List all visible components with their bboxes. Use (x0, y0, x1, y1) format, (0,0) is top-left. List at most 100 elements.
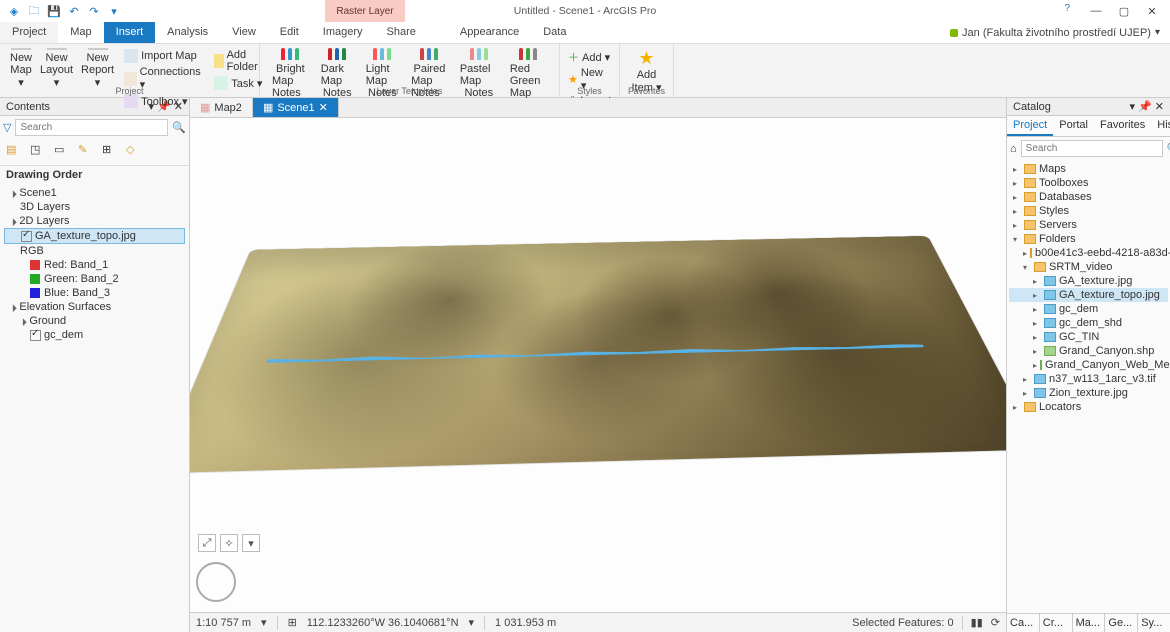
catalog-item[interactable]: ▸Databases (1009, 190, 1168, 204)
tree-item[interactable]: 3D Layers (4, 200, 185, 214)
tab-appearance[interactable]: Appearance (448, 22, 531, 43)
list-by-source-icon[interactable]: ◳ (30, 143, 48, 161)
filter-icon[interactable]: ▽ (3, 121, 11, 134)
scale-value[interactable]: 1:10 757 m (196, 617, 251, 629)
catalog-tab-history[interactable]: History (1151, 116, 1170, 136)
catalog-item[interactable]: ▸Styles (1009, 204, 1168, 218)
tree-item[interactable]: 2D Layers (4, 214, 185, 228)
tree-item[interactable]: gc_dem (4, 328, 185, 342)
catalog-item[interactable]: ▾SRTM_video (1009, 260, 1168, 274)
qat-dropdown-icon[interactable]: ▾ (106, 3, 122, 19)
user-signin[interactable]: Jan (Fakulta životního prostředí UJEP) ▾ (940, 22, 1170, 43)
new-layout-button[interactable]: NewLayout ▾ (36, 46, 77, 88)
compass-icon[interactable] (196, 562, 236, 602)
catalog-footer-tab[interactable]: Ge... (1105, 614, 1138, 632)
catalog-footer-tab[interactable]: Cr... (1040, 614, 1073, 632)
catalog-item[interactable]: ▸Locators (1009, 400, 1168, 414)
map-tab-map2[interactable]: ▦Map2 (190, 98, 253, 117)
nav-dropdown-icon[interactable]: ▾ (242, 534, 260, 552)
contents-section-label: Drawing Order (0, 166, 189, 184)
tab-view[interactable]: View (220, 22, 268, 43)
catalog-tree[interactable]: ▸Maps▸Toolboxes▸Databases▸Styles▸Servers… (1007, 160, 1170, 613)
tab-analysis[interactable]: Analysis (155, 22, 220, 43)
catalog-item[interactable]: ▸Toolboxes (1009, 176, 1168, 190)
maximize-button[interactable]: ▢ (1110, 0, 1138, 22)
tree-item[interactable]: Red: Band_1 (4, 258, 185, 272)
catalog-item[interactable]: ▸b00e41c3-eebd-4218-a83d-11daac45 (1009, 246, 1168, 260)
home-icon[interactable]: ⌂ (1010, 143, 1017, 155)
title-bar: ◈ 🗀 💾 ↶ ↷ ▾ Raster Layer Untitled - Scen… (0, 0, 1170, 22)
catalog-tab-portal[interactable]: Portal (1053, 116, 1094, 136)
tree-item[interactable]: RGB (4, 244, 185, 258)
open-icon[interactable]: 🗀 (26, 3, 42, 19)
styles-add-button[interactable]: ＋Add ▾ (566, 48, 613, 66)
add-folder-button[interactable]: Add Folder (212, 48, 264, 74)
catalog-footer-tab[interactable]: Ca... (1007, 614, 1040, 632)
tab-project[interactable]: Project (0, 22, 58, 43)
help-icon[interactable]: ? (1064, 3, 1070, 14)
tab-imagery[interactable]: Imagery (311, 22, 375, 43)
contents-panel: Contents ▾ 📌 ✕ ▽ 🔍 ▤ ◳ ▭ ✎ ⊞ ◇ Drawing O… (0, 98, 190, 632)
coordinates-value: 112.1233260°W 36.1040681°N (307, 617, 459, 629)
catalog-footer-tab[interactable]: Sy... (1138, 614, 1170, 632)
undo-icon[interactable]: ↶ (66, 3, 82, 19)
save-icon[interactable]: 💾 (46, 3, 62, 19)
new-map-button[interactable]: NewMap ▾ (6, 46, 36, 88)
tab-share[interactable]: Share (375, 22, 428, 43)
tree-item[interactable]: Scene1 (4, 186, 185, 200)
list-by-editing-icon[interactable]: ✎ (78, 143, 96, 161)
list-by-snapping-icon[interactable]: ⊞ (102, 143, 120, 161)
map-canvas[interactable]: ⤢ ✧ ▾ (190, 118, 1006, 612)
catalog-item[interactable]: ▸GC_TIN (1009, 330, 1168, 344)
close-button[interactable]: ✕ (1138, 0, 1166, 22)
catalog-footer-tab[interactable]: Ma... (1073, 614, 1106, 632)
tab-data[interactable]: Data (531, 22, 578, 43)
catalog-item[interactable]: ▸Servers (1009, 218, 1168, 232)
catalog-item[interactable]: ▸GA_texture.jpg (1009, 274, 1168, 288)
catalog-item[interactable]: ▸Maps (1009, 162, 1168, 176)
tree-item[interactable]: Green: Band_2 (4, 272, 185, 286)
redo-icon[interactable]: ↷ (86, 3, 102, 19)
pause-icon[interactable]: ▮▮ (971, 616, 983, 629)
search-icon[interactable]: 🔍 (172, 121, 186, 134)
tab-map[interactable]: Map (58, 22, 103, 43)
map-tools-icon[interactable]: ⊞ (288, 616, 297, 629)
workspace: Contents ▾ 📌 ✕ ▽ 🔍 ▤ ◳ ▭ ✎ ⊞ ◇ Drawing O… (0, 98, 1170, 632)
list-by-selection-icon[interactable]: ▭ (54, 143, 72, 161)
catalog-item[interactable]: ▾Folders (1009, 232, 1168, 246)
tab-edit[interactable]: Edit (268, 22, 311, 43)
full-extent-icon[interactable]: ✧ (220, 534, 238, 552)
catalog-search-input[interactable] (1021, 140, 1163, 157)
tree-item[interactable]: Ground (4, 314, 185, 328)
catalog-item[interactable]: ▸GA_texture_topo.jpg (1009, 288, 1168, 302)
ribbon-group-styles: ＋Add ▾ ★New ▾ ⇩Import Styles (560, 44, 620, 97)
catalog-item[interactable]: ▸Grand_Canyon.shp (1009, 344, 1168, 358)
search-icon[interactable]: 🔍 (1167, 142, 1170, 155)
tree-item[interactable]: Blue: Band_3 (4, 286, 185, 300)
tab-insert[interactable]: Insert (104, 22, 156, 43)
selected-features-label: Selected Features: 0 (852, 617, 954, 629)
contents-toolbar: ▤ ◳ ▭ ✎ ⊞ ◇ (0, 139, 189, 166)
app-icon[interactable]: ◈ (6, 3, 22, 19)
catalog-item[interactable]: ▸Zion_texture.jpg (1009, 386, 1168, 400)
contents-search-input[interactable] (15, 119, 168, 136)
close-tab-icon[interactable]: ✕ (319, 101, 328, 114)
catalog-item[interactable]: ▸gc_dem_shd (1009, 316, 1168, 330)
panel-controls[interactable]: ▾ 📌 ✕ (1129, 100, 1164, 113)
catalog-item[interactable]: ▸n37_w113_1arc_v3.tif (1009, 372, 1168, 386)
tree-item[interactable]: Elevation Surfaces (4, 300, 185, 314)
minimize-button[interactable]: — (1082, 0, 1110, 22)
tree-item[interactable]: GA_texture_topo.jpg (4, 228, 185, 244)
catalog-tab-project[interactable]: Project (1007, 116, 1053, 136)
new-report-button[interactable]: NewReport ▾ (77, 46, 118, 88)
catalog-item[interactable]: ▸gc_dem (1009, 302, 1168, 316)
list-by-labeling-icon[interactable]: ◇ (126, 143, 144, 161)
import-map-button[interactable]: Import Map (122, 48, 204, 64)
refresh-icon[interactable]: ⟳ (991, 616, 1000, 629)
map-tab-scene1[interactable]: ▦Scene1✕ (253, 98, 339, 117)
list-by-drawing-icon[interactable]: ▤ (6, 143, 24, 161)
catalog-item[interactable]: ▸Grand_Canyon_Web_Mercator.shp (1009, 358, 1168, 372)
explore-tool-icon[interactable]: ⤢ (198, 534, 216, 552)
catalog-tab-favorites[interactable]: Favorites (1094, 116, 1151, 136)
contents-tree[interactable]: Scene13D Layers2D LayersGA_texture_topo.… (0, 184, 189, 632)
